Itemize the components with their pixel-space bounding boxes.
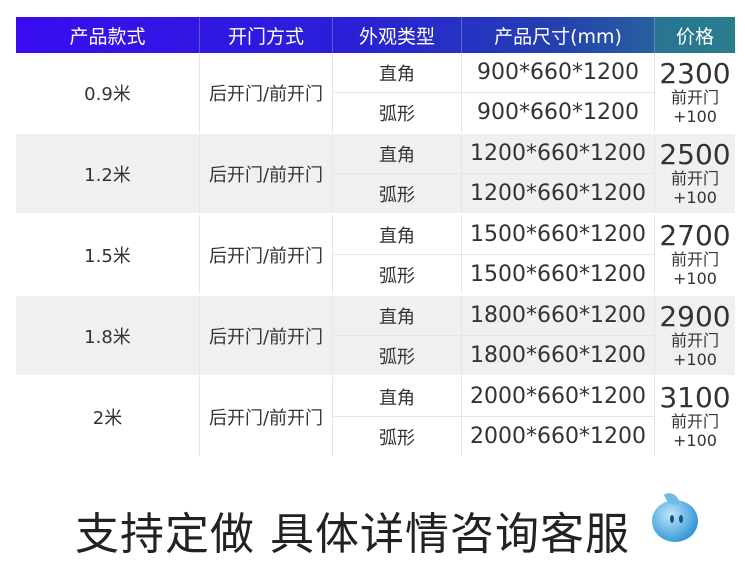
header-type: 外观类型 bbox=[333, 17, 462, 53]
price-extra-label: 前开门 bbox=[670, 411, 719, 431]
type-cell: 直角 弧形 bbox=[333, 377, 462, 456]
size-cell: 2000*660*1200 2000*660*1200 bbox=[462, 377, 655, 456]
price-extra-value: +100 bbox=[673, 268, 717, 288]
price-value: 2700 bbox=[659, 218, 731, 252]
table-row: 0.9米 后开门/前开门 直角 弧形 900*660*1200 900*660*12… bbox=[16, 53, 735, 134]
price-extra-value: +100 bbox=[673, 187, 717, 207]
price-extra-value: +100 bbox=[673, 106, 717, 126]
table-row: 1.5米 后开门/前开门 直角 弧形 1500*660*1200 1500*660*… bbox=[16, 215, 735, 296]
size-value: 1800*660*1200 bbox=[470, 343, 646, 368]
type-cell: 直角 弧形 bbox=[333, 296, 462, 375]
type-value: 直角 bbox=[333, 53, 461, 93]
size-value: 1200*660*1200 bbox=[470, 181, 646, 206]
price-extra-value: +100 bbox=[673, 349, 717, 369]
price-cell: 2500 前开门 +100 bbox=[655, 134, 735, 213]
model-cell: 1.2米 bbox=[16, 134, 200, 213]
type-cell: 直角 弧形 bbox=[333, 134, 462, 213]
price-value: 2300 bbox=[659, 56, 731, 90]
water-drop-mascot-icon bbox=[652, 500, 698, 542]
table-row: 2米 后开门/前开门 直角 弧形 2000*660*1200 2000*660*12… bbox=[16, 377, 735, 458]
size-value: 1200*660*1200 bbox=[462, 134, 654, 174]
type-value: 直角 bbox=[333, 377, 461, 417]
model-cell: 2米 bbox=[16, 377, 200, 456]
type-value: 直角 bbox=[333, 296, 461, 336]
type-value: 弧形 bbox=[379, 103, 415, 125]
type-value: 弧形 bbox=[379, 427, 415, 449]
door-cell: 后开门/前开门 bbox=[200, 296, 333, 375]
type-cell: 直角 弧形 bbox=[333, 53, 462, 132]
door-cell: 后开门/前开门 bbox=[200, 215, 333, 294]
header-model: 产品款式 bbox=[16, 17, 200, 53]
price-extra-label: 前开门 bbox=[670, 330, 719, 350]
header-door: 开门方式 bbox=[200, 17, 333, 53]
type-value: 直角 bbox=[333, 215, 461, 255]
size-value: 2000*660*1200 bbox=[470, 424, 646, 449]
type-value: 弧形 bbox=[379, 265, 415, 287]
model-cell: 0.9米 bbox=[16, 53, 200, 132]
header-size: 产品尺寸(mm) bbox=[462, 17, 655, 53]
size-value: 900*660*1200 bbox=[477, 100, 639, 125]
door-cell: 后开门/前开门 bbox=[200, 377, 333, 456]
size-value: 2000*660*1200 bbox=[462, 377, 654, 417]
door-cell: 后开门/前开门 bbox=[200, 134, 333, 213]
size-value: 1500*660*1200 bbox=[470, 262, 646, 287]
model-cell: 1.8米 bbox=[16, 296, 200, 375]
size-cell: 900*660*1200 900*660*1200 bbox=[462, 53, 655, 132]
price-table: 0.9米 后开门/前开门 直角 弧形 900*660*1200 900*660*12… bbox=[16, 53, 735, 458]
size-cell: 1800*660*1200 1800*660*1200 bbox=[462, 296, 655, 375]
type-value: 弧形 bbox=[379, 346, 415, 368]
price-extra-label: 前开门 bbox=[670, 168, 719, 188]
type-cell: 直角 弧形 bbox=[333, 215, 462, 294]
price-cell: 2900 前开门 +100 bbox=[655, 296, 735, 375]
price-extra-value: +100 bbox=[673, 430, 717, 450]
size-value: 1500*660*1200 bbox=[462, 215, 654, 255]
size-cell: 1500*660*1200 1500*660*1200 bbox=[462, 215, 655, 294]
price-value: 3100 bbox=[659, 380, 731, 414]
size-value: 900*660*1200 bbox=[462, 53, 654, 93]
price-extra-label: 前开门 bbox=[670, 87, 719, 107]
size-value: 1800*660*1200 bbox=[462, 296, 654, 336]
price-cell: 2300 前开门 +100 bbox=[655, 53, 735, 132]
door-cell: 后开门/前开门 bbox=[200, 53, 333, 132]
price-extra-label: 前开门 bbox=[670, 249, 719, 269]
size-cell: 1200*660*1200 1200*660*1200 bbox=[462, 134, 655, 213]
price-cell: 3100 前开门 +100 bbox=[655, 377, 735, 456]
table-row: 1.8米 后开门/前开门 直角 弧形 1800*660*1200 1800*660*… bbox=[16, 296, 735, 377]
type-value: 直角 bbox=[333, 134, 461, 174]
price-cell: 2700 前开门 +100 bbox=[655, 215, 735, 294]
price-value: 2900 bbox=[659, 299, 731, 333]
type-value: 弧形 bbox=[379, 184, 415, 206]
model-cell: 1.5米 bbox=[16, 215, 200, 294]
footer-text: 支持定做 具体详情咨询客服 bbox=[75, 509, 630, 560]
table-row: 1.2米 后开门/前开门 直角 弧形 1200*660*1200 1200*660*… bbox=[16, 134, 735, 215]
price-value: 2500 bbox=[659, 137, 731, 171]
table-header: 产品款式 开门方式 外观类型 产品尺寸(mm) 价格 bbox=[16, 17, 735, 53]
header-price: 价格 bbox=[655, 17, 735, 53]
